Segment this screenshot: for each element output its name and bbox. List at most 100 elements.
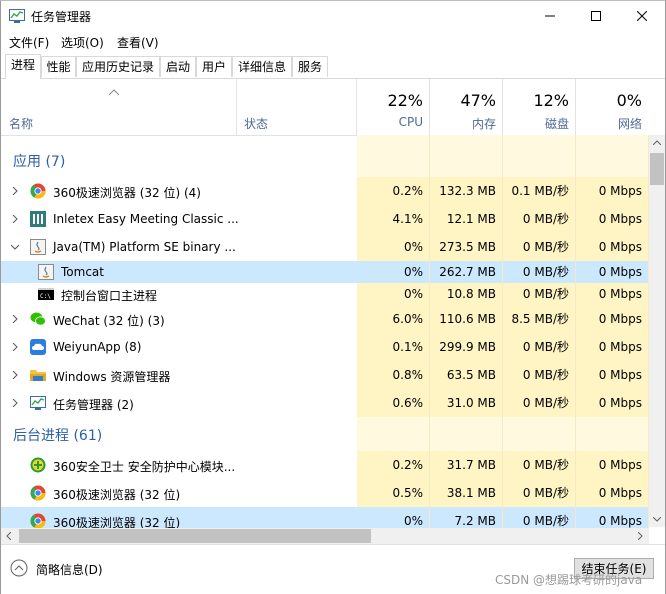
chevron-right-icon[interactable] <box>11 187 19 195</box>
footer-bar: 简略信息(D) 结束任务(E) CSDN @想踢球考研的java <box>1 544 665 594</box>
minimize-button[interactable] <box>527 1 573 31</box>
sort-arrow-icon <box>109 89 119 95</box>
chevron-down-icon[interactable] <box>11 243 19 251</box>
cell-net: 0 Mbps <box>576 479 649 507</box>
cell-disk-value: 0 MB/秒 <box>522 486 569 500</box>
table-row[interactable]: 0% 262.7 MB 0 MB/秒 0 Mbps Tomcat <box>1 261 649 283</box>
cell-net-value: 0 Mbps <box>598 287 642 301</box>
process-name: 任务管理器 (2) <box>53 398 134 412</box>
chevron-right-icon[interactable] <box>11 371 19 379</box>
cell-mem: 31.0 MB <box>430 389 503 417</box>
menu-bar: 文件(F) 选项(O) 查看(V) <box>1 31 665 53</box>
column-disk[interactable]: 12% 磁盘 <box>503 79 576 135</box>
cell-disk: 0 MB/秒 <box>503 261 576 283</box>
task-manager-window: 任务管理器 文件(F) 选项(O) 查看(V) 进程 性能 应用历史记录 启动 … <box>0 0 666 594</box>
chevron-up-circle-icon[interactable] <box>10 559 28 577</box>
java-icon <box>30 239 46 255</box>
scroll-left-icon[interactable] <box>6 532 11 540</box>
tab-details[interactable]: 详细信息 <box>232 56 292 77</box>
menu-file[interactable]: 文件(F) <box>9 34 49 51</box>
cell-mem: 110.6 MB <box>430 305 503 333</box>
cell-net: 0 Mbps <box>576 205 649 233</box>
tab-app-history[interactable]: 应用历史记录 <box>76 56 160 77</box>
process-name: WeiyunApp (8) <box>53 340 142 354</box>
scroll-right-icon[interactable] <box>638 532 643 540</box>
table-row[interactable]: 0.1% 299.9 MB 0 MB/秒 0 Mbps WeiyunApp (8) <box>1 333 649 361</box>
cell-cpu: 0.8% <box>357 361 430 389</box>
column-network[interactable]: 0% 网络 <box>576 79 649 135</box>
tab-services[interactable]: 服务 <box>292 56 328 77</box>
cell-disk: 0 MB/秒 <box>503 451 576 479</box>
tab-users[interactable]: 用户 <box>196 56 232 77</box>
cell-disk-value: 8.5 MB/秒 <box>511 312 569 326</box>
scroll-down-icon[interactable] <box>653 517 661 522</box>
column-disk-label: 磁盘 <box>544 117 569 131</box>
horizontal-scrollbar[interactable] <box>1 528 649 544</box>
column-memory[interactable]: 47% 内存 <box>430 79 503 135</box>
scroll-up-icon[interactable] <box>653 140 661 145</box>
cell-mem: 132.3 MB <box>430 177 503 205</box>
cell-disk: 8.5 MB/秒 <box>503 305 576 333</box>
cell-net: 0 Mbps <box>576 333 649 361</box>
table-row[interactable]: 0% 273.5 MB 0 MB/秒 0 Mbps Java(TM) Platform … <box>1 233 649 261</box>
cell-disk: 0 MB/秒 <box>503 361 576 389</box>
fewer-details-link[interactable]: 简略信息(D) <box>36 561 103 578</box>
table-row[interactable]: 0% 10.8 MB 0 MB/秒 0 Mbps C:\ 控制台窗口主进程 <box>1 283 649 305</box>
column-name[interactable]: 名称 <box>1 79 237 135</box>
chevron-right-icon[interactable] <box>11 343 19 351</box>
tab-startup[interactable]: 启动 <box>160 56 196 77</box>
close-button[interactable] <box>619 1 665 31</box>
chrome-icon <box>30 485 46 501</box>
cell-mem-value: 31.0 MB <box>446 396 496 410</box>
table-row[interactable]: 0.2% 31.7 MB 0 MB/秒 0 Mbps 360安全卫士 安全防护中心模块.… <box>1 451 649 479</box>
cell-cpu: 0% <box>357 233 430 261</box>
table-row[interactable]: 4.1% 12.1 MB 0 MB/秒 0 Mbps Inletex Easy Meet… <box>1 205 649 233</box>
cell-mem-value: 38.1 MB <box>446 486 496 500</box>
cell-net: 0 Mbps <box>576 305 649 333</box>
cell-mem-value: 7.2 MB <box>454 514 496 528</box>
cell-net-value: 0 Mbps <box>598 486 642 500</box>
cell-net-value: 0 Mbps <box>598 265 642 279</box>
table-row[interactable]: 0.6% 31.0 MB 0 MB/秒 0 Mbps 任务管理器 (2) <box>1 389 649 417</box>
table-row[interactable]: 6.0% 110.6 MB 8.5 MB/秒 0 Mbps WeChat (32 位) … <box>1 305 649 333</box>
vertical-scroll-thumb[interactable] <box>650 153 664 185</box>
cell-cpu-value: 0.8% <box>392 368 424 382</box>
cell-net: 0 Mbps <box>576 283 649 305</box>
wechat-icon <box>30 311 46 327</box>
menu-view[interactable]: 查看(V) <box>117 34 159 51</box>
chevron-right-icon[interactable] <box>11 399 19 407</box>
column-status-label: 状态 <box>244 117 269 131</box>
cpu-total-percent: 22% <box>387 91 423 110</box>
table-row[interactable]: 0.8% 63.5 MB 0 MB/秒 0 Mbps Windows 资源管理器 <box>1 361 649 389</box>
title-bar[interactable]: 任务管理器 <box>1 1 665 31</box>
column-cpu[interactable]: 22% CPU <box>357 79 430 135</box>
chevron-right-icon[interactable] <box>11 315 19 323</box>
column-memory-label: 内存 <box>471 117 496 131</box>
tab-processes[interactable]: 进程 <box>5 54 41 79</box>
weiyun-icon <box>30 339 46 355</box>
cell-mem: 273.5 MB <box>430 233 503 261</box>
cell-disk-value: 0 MB/秒 <box>522 287 569 301</box>
horizontal-scroll-thumb[interactable] <box>19 529 371 543</box>
cell-net-value: 0 Mbps <box>598 212 642 226</box>
vertical-scrollbar[interactable] <box>649 135 665 527</box>
menu-options[interactable]: 选项(O) <box>61 34 104 51</box>
maximize-button[interactable] <box>573 1 619 31</box>
cell-mem: 262.7 MB <box>430 261 503 283</box>
table-row[interactable]: 0.2% 132.3 MB 0.1 MB/秒 0 Mbps 360极速浏览器 (32 位… <box>1 177 649 205</box>
chevron-right-icon[interactable] <box>11 215 19 223</box>
taskmgr-icon <box>30 395 46 411</box>
table-row[interactable]: 0.5% 38.1 MB 0 MB/秒 0 Mbps 360极速浏览器 (32 位) <box>1 479 649 507</box>
task-manager-icon <box>9 8 25 23</box>
tab-performance[interactable]: 性能 <box>41 56 76 77</box>
cell-cpu: 0.1% <box>357 333 430 361</box>
column-status[interactable]: 状态 <box>237 79 357 135</box>
process-name: 360安全卫士 安全防护中心模块... <box>53 460 236 474</box>
cell-mem: 31.7 MB <box>430 451 503 479</box>
minimize-icon <box>545 15 555 17</box>
group-heat-cell <box>576 135 649 177</box>
cell-cpu-value: 0% <box>403 265 423 279</box>
cell-cpu-value: 0.5% <box>392 486 424 500</box>
cell-mem-value: 262.7 MB <box>439 265 496 279</box>
cell-disk-value: 0 MB/秒 <box>522 340 569 354</box>
